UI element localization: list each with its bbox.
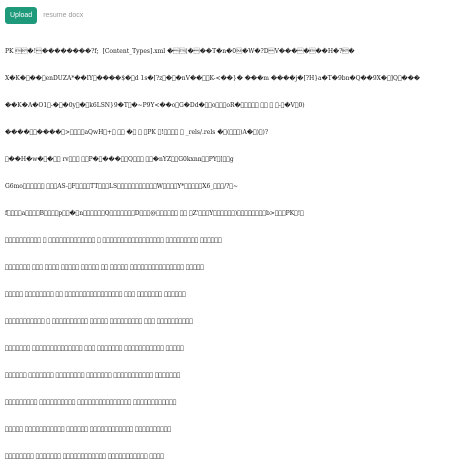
content-line:                                         … bbox=[5, 399, 177, 406]
upload-toolbar: Upload bbox=[5, 6, 164, 24]
file-name-input[interactable] bbox=[43, 11, 164, 19]
content-line:                                         … bbox=[5, 237, 222, 244]
content-line: G6mo          AS- F    TT   LS          … bbox=[5, 183, 238, 190]
content-line:                                         … bbox=[5, 453, 164, 460]
content-line:  ��H�w� �   rv      P� ���  Q      �nYZ … bbox=[5, 156, 234, 163]
content-line:                                         … bbox=[5, 318, 193, 325]
content-line: ��K�A�O1 -� �0y � k6LSN}9�T �~P9Y<��o G�… bbox=[5, 102, 305, 109]
upload-button[interactable]: Upload bbox=[5, 6, 38, 24]
content-line: f    a    B    p  � n      Q       D   @… bbox=[5, 210, 304, 217]
content-line:                                         … bbox=[5, 291, 186, 298]
content-line: ����  ���� >    aQwH +     �     PK  !  … bbox=[5, 129, 269, 136]
content-line:                                         … bbox=[5, 345, 184, 352]
content-line: PK �! ��������?f; [Content_Types].xml … bbox=[5, 48, 355, 55]
content-line: X�K� �� enDUZA*��IY ����$� d 1s�[?z � �n… bbox=[5, 75, 420, 82]
content-line:                                         … bbox=[5, 264, 204, 271]
raw-docx-content: PK �! ��������?f; [Content_Types].xml … bbox=[5, 29, 469, 470]
content-line:                                         … bbox=[5, 372, 181, 379]
content-line:                                         … bbox=[5, 426, 172, 433]
